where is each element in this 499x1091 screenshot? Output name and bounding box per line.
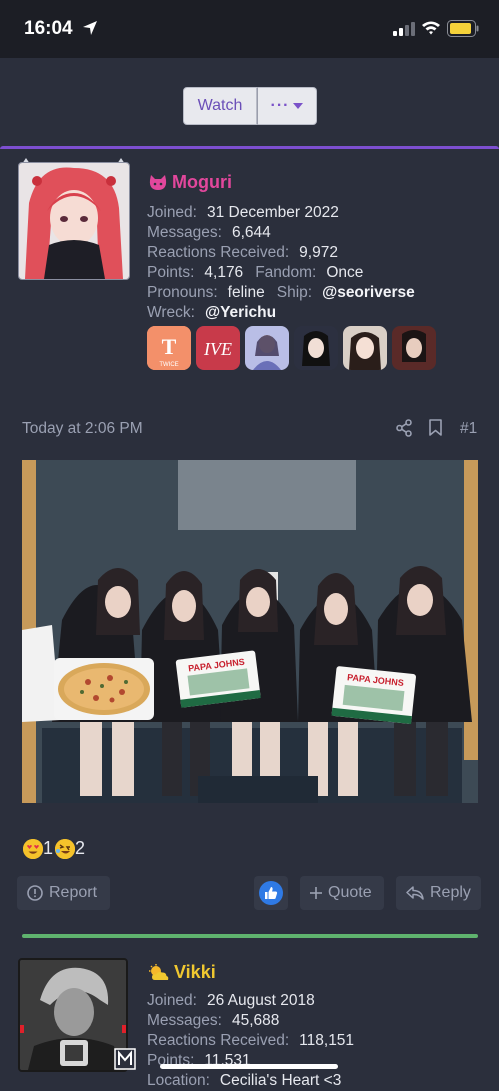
rofl-emoji-icon — [55, 838, 76, 859]
pronouns-label: Pronouns: — [147, 284, 218, 301]
fandom-label: Fandom: — [255, 264, 317, 281]
location-arrow-icon — [83, 21, 97, 35]
reply-arrow-icon — [406, 886, 424, 900]
quote-label: Quote — [328, 884, 372, 901]
cat-icon — [149, 174, 167, 190]
user-badges: T TWICE IVE — [147, 326, 436, 370]
messages-label: Messages: — [147, 224, 222, 241]
wreck-label: Wreck: — [147, 304, 195, 321]
post-timestamp[interactable]: Today at 2:06 PM — [22, 420, 143, 438]
reactions-value: 9,972 — [299, 244, 338, 261]
location-label: Location: — [147, 1072, 210, 1089]
battery-icon — [447, 20, 479, 37]
messages-row: Messages: 6,644 — [147, 223, 271, 243]
points-value: 4,176 — [204, 264, 244, 281]
joined-row: Joined: 26 August 2018 — [147, 991, 315, 1011]
reactions-summary[interactable]: 1 2 — [23, 838, 85, 859]
thumbs-up-icon — [259, 881, 283, 905]
messages-value: 6,644 — [231, 224, 271, 241]
watch-label: Watch — [197, 97, 243, 114]
reactions-label: Reactions Received: — [147, 244, 290, 261]
more-label: ··· — [270, 97, 290, 114]
badge-photo-image — [392, 326, 436, 370]
more-options-button[interactable]: ··· — [257, 87, 317, 125]
post-top-border — [0, 146, 499, 149]
share-icon[interactable] — [396, 419, 412, 437]
svg-text:T: T — [162, 334, 177, 359]
badge-photo-1[interactable] — [245, 326, 289, 370]
reaction-count-love: 1 — [43, 838, 54, 858]
joined-value: 26 August 2018 — [206, 992, 315, 1009]
wifi-icon — [422, 21, 440, 35]
bookmark-icon[interactable] — [429, 419, 442, 436]
points-row: Points: 4,176 Fandom: Once — [147, 263, 363, 283]
m-logo-icon — [114, 1048, 136, 1070]
username[interactable]: Vikki — [148, 962, 216, 983]
joined-label: Joined: — [147, 204, 197, 221]
ship-label: Ship: — [276, 284, 313, 301]
caret-down-icon — [293, 103, 304, 109]
messages-row: Messages: 45,688 — [147, 1011, 279, 1031]
location-row: Location: Cecilia's Heart <3 — [147, 1071, 341, 1091]
joined-label: Joined: — [147, 992, 197, 1009]
avatar2-image — [20, 960, 126, 1070]
svg-text:IVE: IVE — [203, 339, 232, 359]
reactions-row: Reactions Received: 9,972 — [147, 243, 338, 263]
badge-photo-4[interactable] — [392, 326, 436, 370]
reactions-value: 118,151 — [299, 1032, 355, 1049]
badge-photo-image — [245, 326, 289, 370]
badge-twice[interactable]: T TWICE — [147, 326, 191, 370]
wreck-row: Wreck: @Yerichu — [147, 303, 276, 323]
cellular-signal-icon — [393, 22, 415, 36]
ive-logo-icon: IVE — [196, 326, 240, 370]
avatar[interactable] — [18, 958, 128, 1072]
report-label: Report — [49, 884, 98, 901]
status-time: 16:04 — [24, 18, 73, 39]
quote-button[interactable]: Quote — [300, 876, 384, 910]
report-button[interactable]: Report — [17, 876, 110, 910]
pronouns-row: Pronouns: feline Ship: @seoriverse — [147, 283, 415, 303]
reply-label: Reply — [430, 884, 471, 901]
alert-circle-icon — [27, 885, 43, 901]
twice-logo-icon: T TWICE — [147, 326, 191, 370]
heart-eyes-emoji-icon — [23, 838, 43, 859]
avatar-image — [19, 163, 129, 279]
joined-value: 31 December 2022 — [206, 204, 339, 221]
badge-photo-3[interactable] — [343, 326, 387, 370]
reply-button[interactable]: Reply — [396, 876, 481, 910]
pronouns-value: feline — [227, 284, 265, 301]
wreck-value[interactable]: @Yerichu — [205, 304, 276, 321]
avatar[interactable] — [18, 162, 130, 280]
like-button[interactable] — [254, 876, 288, 910]
reactions-label: Reactions Received: — [147, 1032, 290, 1049]
ship-value[interactable]: @seoriverse — [322, 284, 415, 301]
joined-row: Joined: 31 December 2022 — [147, 203, 339, 223]
post-image[interactable]: PAPA JOHNS PAPA JOHNS — [22, 460, 478, 803]
status-bar: 16:04 — [0, 0, 499, 58]
thread-actions: Watch ··· — [183, 87, 317, 125]
reactions-row: Reactions Received: 118,151 — [147, 1031, 354, 1051]
username-text: Moguri — [172, 172, 232, 192]
svg-text:TWICE: TWICE — [159, 362, 178, 368]
badge-photo-image — [343, 326, 387, 370]
badge-photo-2[interactable] — [294, 326, 338, 370]
points-label: Points: — [147, 264, 195, 281]
watch-button[interactable]: Watch — [183, 87, 257, 125]
messages-label: Messages: — [147, 1012, 222, 1029]
post2-top-border — [22, 934, 478, 938]
badge-ive[interactable]: IVE — [196, 326, 240, 370]
username-text: Vikki — [174, 962, 216, 982]
post-image-drawing: PAPA JOHNS PAPA JOHNS — [22, 460, 478, 803]
post-number-link[interactable]: #1 — [460, 420, 477, 438]
reaction-count-haha: 2 — [75, 838, 86, 858]
username[interactable]: Moguri — [148, 172, 232, 193]
messages-value: 45,688 — [231, 1012, 280, 1029]
sun-cloud-icon — [149, 963, 169, 980]
location-value: Cecilia's Heart <3 — [219, 1072, 342, 1089]
fandom-value: Once — [326, 264, 364, 281]
badge-photo-image — [294, 326, 338, 370]
home-indicator[interactable] — [160, 1064, 338, 1069]
plus-icon — [310, 887, 322, 899]
